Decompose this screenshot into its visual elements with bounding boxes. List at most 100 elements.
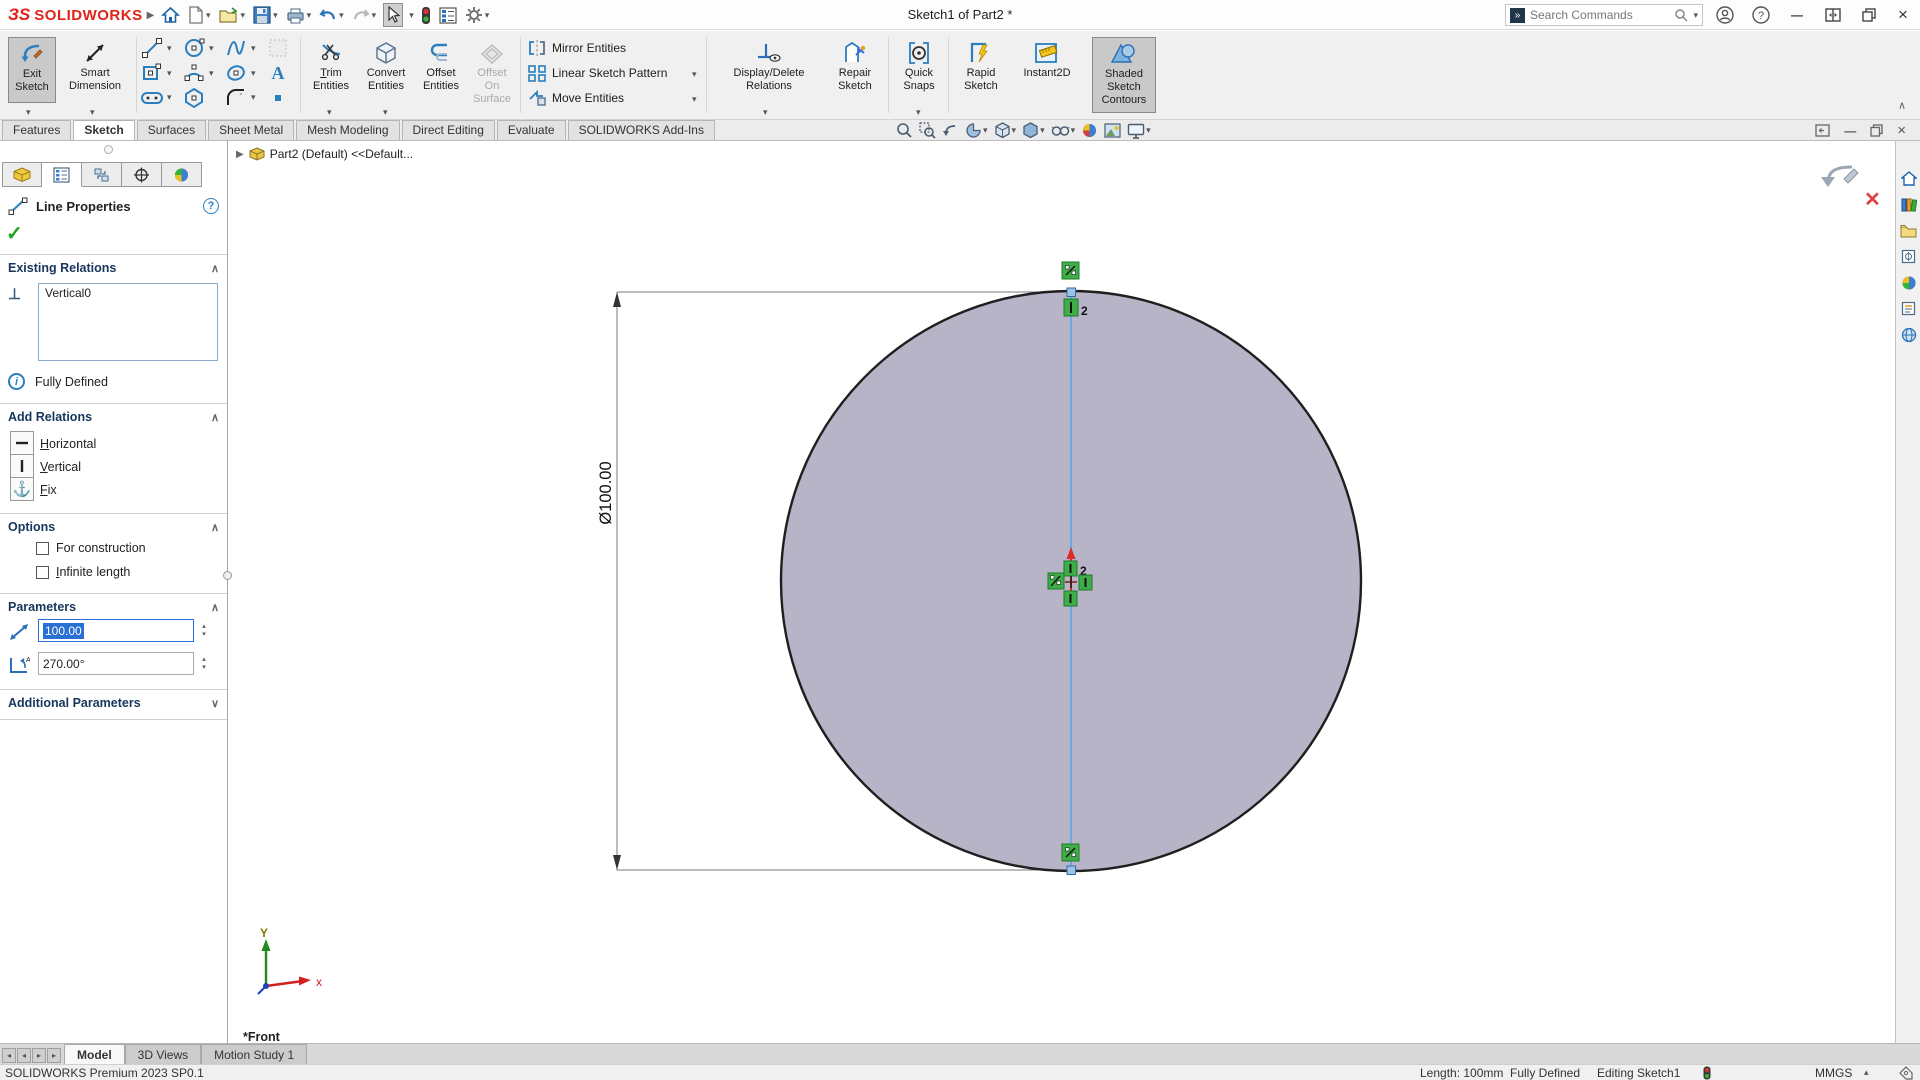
view-palette-tab[interactable] bbox=[1899, 247, 1918, 266]
tab-solidworks-addins[interactable]: SOLIDWORKS Add-Ins bbox=[568, 120, 715, 140]
tab-3d-views[interactable]: 3D Views bbox=[125, 1044, 201, 1064]
circle-dropdown-icon[interactable]: ▾ bbox=[209, 43, 214, 54]
unit-system-arrow-icon[interactable]: ▴ bbox=[1864, 1067, 1869, 1078]
dropdown-icon[interactable]: ▾ bbox=[1146, 126, 1151, 135]
panel-splitter-grip[interactable] bbox=[223, 571, 232, 580]
doc-close-icon[interactable]: × bbox=[1897, 122, 1906, 139]
trim-entities-button[interactable]: Trim Entities bbox=[306, 37, 356, 93]
offset-entities-button[interactable]: Offset Entities bbox=[416, 37, 466, 93]
spin-up-icon[interactable]: ▴ bbox=[202, 623, 206, 631]
length-input[interactable]: 100.00 bbox=[38, 619, 194, 642]
collapse-icon[interactable]: ∧ bbox=[211, 262, 219, 275]
fix-relation-label[interactable]: Fix bbox=[40, 483, 57, 497]
spline-dropdown-icon[interactable]: ▾ bbox=[251, 43, 256, 54]
doc-restore-icon[interactable] bbox=[1870, 124, 1883, 137]
rectangle-tool-button[interactable] bbox=[140, 61, 164, 84]
convert-dropdown-icon[interactable]: ▾ bbox=[383, 107, 388, 118]
tag-icon[interactable] bbox=[1898, 1065, 1914, 1080]
vertical-relation-label[interactable]: Vertical bbox=[40, 460, 81, 474]
line-tool-button[interactable] bbox=[140, 36, 164, 59]
previous-view-button[interactable] bbox=[942, 122, 959, 139]
close-button[interactable]: × bbox=[1892, 4, 1914, 26]
panel-handle[interactable] bbox=[104, 145, 113, 154]
tab-direct-editing[interactable]: Direct Editing bbox=[402, 120, 495, 140]
text-tool-button[interactable]: A bbox=[266, 61, 290, 84]
fix-relation-button[interactable]: ⚓ bbox=[10, 477, 34, 501]
doc-previous-window-icon[interactable] bbox=[1815, 124, 1830, 137]
dropdown-icon[interactable]: ▾ bbox=[1040, 126, 1045, 135]
rectangle-dropdown-icon[interactable]: ▾ bbox=[167, 68, 172, 79]
sketch-canvas[interactable]: Ø100.00 2 2 bbox=[229, 141, 1895, 1043]
line-dropdown-icon[interactable]: ▾ bbox=[167, 43, 172, 54]
cam-tab[interactable] bbox=[1899, 325, 1918, 344]
apply-scene-button[interactable] bbox=[1104, 122, 1121, 139]
view-orientation-button[interactable]: ▾ bbox=[994, 122, 1017, 139]
relation-item[interactable]: Vertical0 bbox=[45, 286, 91, 300]
collapse-icon[interactable]: ∧ bbox=[211, 411, 219, 424]
dropdown-icon[interactable]: ▾ bbox=[1071, 126, 1076, 135]
point-tool-button[interactable] bbox=[266, 86, 290, 109]
fillet-dropdown-icon[interactable]: ▾ bbox=[251, 92, 256, 103]
display-delete-relations-button[interactable]: Display/Delete Relations bbox=[714, 37, 824, 93]
dimension-text[interactable]: Ø100.00 bbox=[597, 461, 615, 524]
exit-sketch-corner-icon[interactable] bbox=[1818, 163, 1862, 189]
move-entities-dropdown-icon[interactable]: ▾ bbox=[692, 94, 697, 105]
search-icon[interactable] bbox=[1674, 8, 1688, 22]
feature-tree-flyout[interactable]: ▶ Part2 (Default) <<Default... bbox=[236, 147, 413, 161]
ellipse-tool-button[interactable] bbox=[224, 61, 248, 84]
display-delete-dropdown-icon[interactable]: ▾ bbox=[763, 107, 768, 118]
edit-appearance-button[interactable] bbox=[1081, 122, 1098, 139]
linear-sketch-pattern-button[interactable]: Linear Sketch Pattern bbox=[527, 64, 667, 82]
for-construction-label[interactable]: For construction bbox=[56, 541, 146, 555]
tab-display-manager[interactable] bbox=[162, 162, 202, 187]
angle-spinner[interactable]: ▴ ▾ bbox=[198, 652, 210, 675]
slot-tool-button[interactable] bbox=[140, 86, 164, 109]
shaded-sketch-contours-button[interactable]: Shaded Sketch Contours bbox=[1092, 37, 1156, 113]
collapse-ribbon-icon[interactable]: ∧ bbox=[1898, 99, 1906, 112]
horizontal-relation-button[interactable] bbox=[10, 431, 34, 455]
exit-sketch-dropdown-icon[interactable]: ▾ bbox=[26, 107, 31, 118]
design-library-tab[interactable] bbox=[1899, 195, 1918, 214]
arc-tool-button[interactable] bbox=[182, 61, 206, 84]
view-settings-button[interactable]: ▾ bbox=[1127, 123, 1151, 139]
tab-configuration-manager[interactable] bbox=[82, 162, 122, 187]
relations-listbox[interactable]: Vertical0 bbox=[38, 283, 218, 361]
tab-property-manager[interactable] bbox=[42, 162, 82, 187]
collapse-icon[interactable]: ∧ bbox=[211, 521, 219, 534]
unit-system[interactable]: MMGS bbox=[1815, 1066, 1852, 1080]
layout-button[interactable] bbox=[1822, 4, 1844, 26]
scroll-right-button[interactable]: ▸ bbox=[32, 1048, 46, 1063]
hide-show-items-button[interactable]: ▾ bbox=[1051, 123, 1076, 138]
spin-down-icon[interactable]: ▾ bbox=[202, 664, 206, 672]
quick-snaps-button[interactable]: Quick Snaps bbox=[895, 37, 943, 93]
minimize-button[interactable]: — bbox=[1786, 4, 1808, 26]
smart-dimension-button[interactable]: Smart Dimension bbox=[60, 37, 130, 93]
spline-tool-button[interactable] bbox=[224, 36, 248, 59]
convert-entities-button[interactable]: Convert Entities bbox=[358, 37, 414, 93]
tree-expand-icon[interactable]: ▶ bbox=[236, 149, 244, 160]
move-entities-button[interactable]: Move Entities bbox=[527, 89, 624, 107]
tab-evaluate[interactable]: Evaluate bbox=[497, 120, 566, 140]
quick-snaps-dropdown-icon[interactable]: ▾ bbox=[916, 107, 921, 118]
tab-mesh-modeling[interactable]: Mesh Modeling bbox=[296, 120, 399, 140]
restore-button[interactable] bbox=[1858, 4, 1880, 26]
search-dropdown-icon[interactable]: ▾ bbox=[1693, 11, 1698, 20]
circle-tool-button[interactable] bbox=[182, 36, 206, 59]
endpoint-bottom[interactable] bbox=[1067, 866, 1076, 875]
cancel-sketch-icon[interactable]: ✕ bbox=[1864, 187, 1881, 212]
collapse-icon[interactable]: ∧ bbox=[211, 601, 219, 614]
tab-features[interactable]: Features bbox=[2, 120, 71, 140]
tab-sheet-metal[interactable]: Sheet Metal bbox=[208, 120, 294, 140]
file-explorer-tab[interactable] bbox=[1899, 221, 1918, 240]
dropdown-icon[interactable]: ▾ bbox=[983, 126, 988, 135]
doc-minimize-icon[interactable]: — bbox=[1844, 124, 1856, 138]
zoom-to-fit-button[interactable] bbox=[896, 122, 913, 139]
bottom-relation-badges[interactable] bbox=[1062, 844, 1079, 861]
rapid-sketch-button[interactable]: Rapid Sketch bbox=[955, 37, 1007, 93]
infinite-length-label[interactable]: Infinite length bbox=[56, 565, 130, 579]
tab-feature-manager[interactable] bbox=[2, 162, 42, 187]
scroll-first-button[interactable]: ◂ bbox=[2, 1048, 16, 1063]
smart-dimension-dropdown-icon[interactable]: ▾ bbox=[90, 107, 95, 118]
infinite-length-row[interactable]: Infinite length bbox=[36, 565, 130, 579]
scroll-left-button[interactable]: ◂ bbox=[17, 1048, 31, 1063]
